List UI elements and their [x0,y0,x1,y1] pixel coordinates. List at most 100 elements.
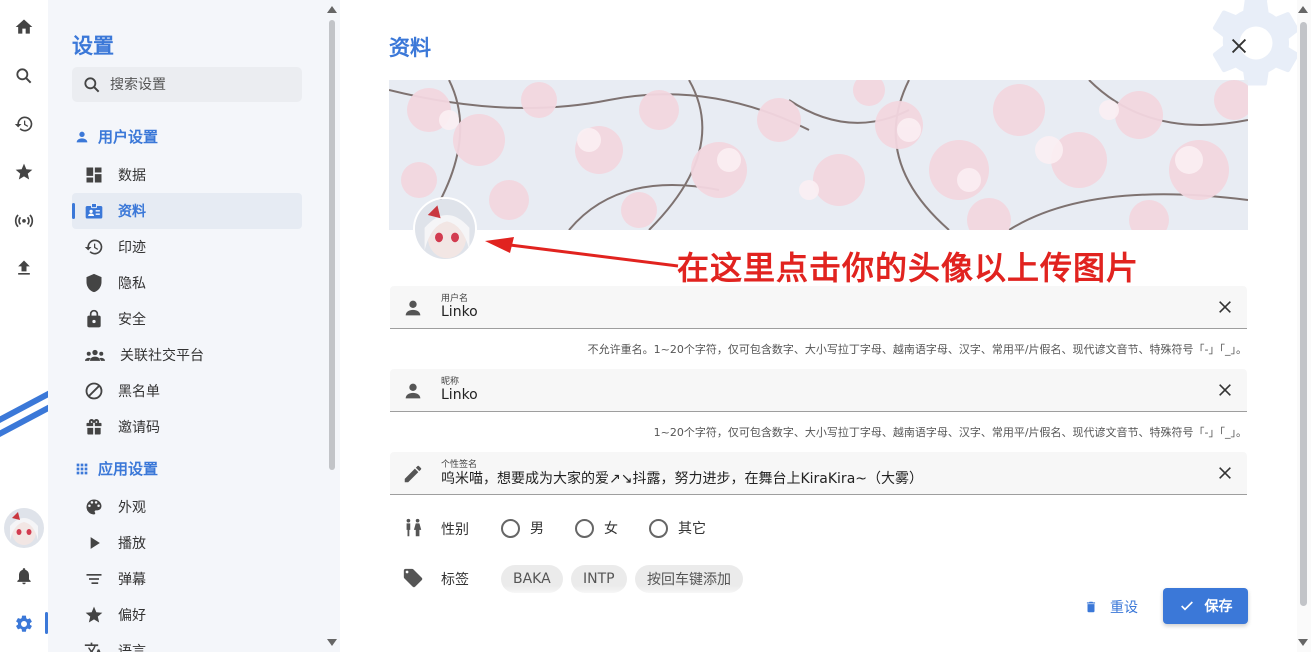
gender-icon [406,518,422,537]
sidebar-scrollbar[interactable] [329,20,335,470]
gift-icon [86,418,102,435]
fade-overlay [389,586,829,598]
clear-icon[interactable] [1217,465,1233,481]
close-icon[interactable] [1228,35,1250,57]
main-scrollbar[interactable] [1300,22,1307,606]
bell-icon[interactable] [10,562,38,590]
sidebar-item-label: 外观 [118,500,146,516]
danmaku-icon [86,574,102,584]
field-label: 昵称 [441,377,460,387]
nickname-hint: 1~20个字符，仅可包含数字、大小写拉丁字母、越南语字母、汉字、常用平/片假名、… [653,426,1247,439]
person-icon [405,383,421,399]
upload-icon[interactable] [10,254,38,282]
profile-avatar[interactable] [413,197,477,261]
reset-label: 重设 [1110,600,1138,616]
radio-label: 女 [604,521,618,537]
radio-circle[interactable] [649,518,668,538]
search-input[interactable] [110,76,290,93]
gender-label: 性别 [441,522,469,538]
sidebar-item-label: 邀请码 [118,420,160,436]
gender-option-male[interactable]: 男 [501,518,544,538]
sidebar-item-label: 播放 [118,536,146,552]
app-root: 设置 用户设置 数据 资料 印迹 隐私 安全 [0,0,1311,652]
palette-icon [86,499,102,515]
save-label: 保存 [1204,599,1233,615]
settings-search[interactable] [72,67,302,102]
username-hint: 不允许重名。1~20个字符，仅可包含数字、大小写拉丁字母、越南语字母、汉字、常用… [587,343,1247,356]
sidebar-item-data[interactable]: 数据 [72,157,302,193]
signature-input[interactable] [441,470,1181,486]
radio-circle[interactable] [575,518,594,538]
id-card-icon [85,203,103,219]
annotation-arrow [485,237,679,268]
sidebar-item-privacy[interactable]: 隐私 [72,265,302,301]
sidebar-item-label: 安全 [118,312,146,328]
scroll-down-arrow[interactable] [327,639,337,646]
group-icon [85,349,105,361]
history-icon [84,239,103,255]
search-icon[interactable] [10,62,38,90]
gender-option-female[interactable]: 女 [575,518,618,538]
sidebar-item-label: 印迹 [118,240,146,256]
save-button[interactable]: 保存 [1163,588,1248,624]
upload-hint-annotation: 在这里点击你的头像以上传图片 [677,249,1140,287]
nickname-input[interactable] [441,387,1181,403]
sidebar-item-footprint[interactable]: 印迹 [72,229,302,265]
signature-field[interactable]: 个性签名 [390,452,1247,495]
sidebar-title: 设置 [72,34,114,58]
radio-label: 其它 [678,521,706,537]
sidebar-item-label: 偏好 [118,608,146,624]
reset-button[interactable]: 重设 [1084,597,1138,617]
apps-icon [76,463,88,474]
field-label: 个性签名 [441,460,478,470]
scroll-up-arrow[interactable] [327,6,337,13]
username-input[interactable] [441,304,1181,320]
cherry-blossom-image [389,80,1248,230]
gender-option-other[interactable]: 其它 [649,518,706,538]
settings-sidebar: 设置 用户设置 数据 资料 印迹 隐私 安全 [48,0,340,652]
person-icon [76,131,88,142]
translate-icon [84,642,101,652]
icon-rail [0,0,48,652]
sidebar-item-preference[interactable]: 偏好 [72,597,302,633]
check-icon [1180,601,1193,611]
star-icon[interactable] [10,158,38,186]
sidebar-item-label: 数据 [118,168,146,184]
section-user-settings: 用户设置 [74,126,158,147]
sidebar-item-language[interactable]: 语言 [72,633,302,652]
star-icon [85,606,103,623]
sidebar-item-label: 隐私 [118,276,146,292]
sidebar-item-playback[interactable]: 播放 [72,525,302,561]
page-title: 资料 [389,36,431,60]
section-label: 应用设置 [98,460,159,478]
radio-circle[interactable] [501,518,520,538]
section-app-settings: 应用设置 [74,458,158,479]
sidebar-item-blacklist[interactable]: 黑名单 [72,373,302,409]
profile-banner[interactable] [389,80,1248,230]
shield-icon [86,273,102,293]
sidebar-item-label: 语言 [118,644,146,652]
dashboard-icon [86,167,102,183]
clear-icon[interactable] [1217,382,1233,398]
sidebar-item-appearance[interactable]: 外观 [72,489,302,525]
nickname-field[interactable]: 昵称 [390,369,1247,412]
search-icon [84,76,100,92]
clear-icon[interactable] [1217,299,1233,315]
home-icon[interactable] [10,13,38,41]
sidebar-item-security[interactable]: 安全 [72,301,302,337]
username-field[interactable]: 用户名 [390,286,1247,329]
gear-icon[interactable] [10,610,38,638]
scroll-down-arrow[interactable] [1298,639,1308,646]
person-icon [405,300,421,316]
avatar[interactable] [4,508,44,548]
trash-icon [1086,601,1096,613]
sidebar-item-invite-code[interactable]: 邀请码 [72,409,302,445]
history-icon[interactable] [10,110,38,138]
sidebar-item-social[interactable]: 关联社交平台 [72,337,302,373]
sidebar-item-profile[interactable]: 资料 [72,193,302,229]
pencil-icon [404,465,422,483]
scroll-up-arrow[interactable] [1298,6,1308,13]
sidebar-item-label: 弹幕 [118,572,146,588]
sidebar-item-danmaku[interactable]: 弹幕 [72,561,302,597]
live-icon[interactable] [10,206,38,234]
